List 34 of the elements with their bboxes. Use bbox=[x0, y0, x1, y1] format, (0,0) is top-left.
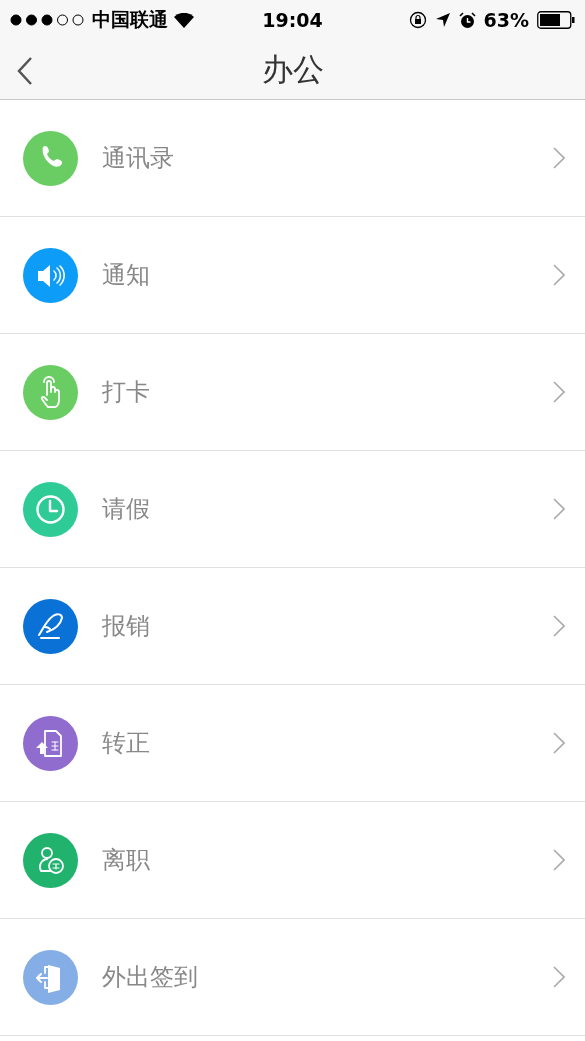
menu-label: 通讯录 bbox=[102, 143, 175, 174]
alarm-icon bbox=[458, 11, 476, 29]
battery-percent: 63% bbox=[483, 9, 529, 31]
signal-icon bbox=[10, 14, 86, 26]
menu-label: 报销 bbox=[102, 611, 151, 642]
clock-time: 19:04 bbox=[262, 9, 323, 31]
menu-row[interactable]: 通知 bbox=[0, 217, 585, 334]
battery-icon bbox=[537, 11, 575, 29]
menu-label: 外出签到 bbox=[102, 962, 199, 993]
chevron-icon bbox=[553, 381, 565, 403]
wifi-icon bbox=[174, 12, 194, 28]
chevron-icon bbox=[553, 147, 565, 169]
menu-row[interactable]: 打卡 bbox=[0, 334, 585, 451]
chevron-icon bbox=[553, 966, 565, 988]
chevron-icon bbox=[553, 498, 565, 520]
menu-row[interactable]: 转正 bbox=[0, 685, 585, 802]
menu-row[interactable]: 外出签到 bbox=[0, 919, 585, 1036]
menu-label: 请假 bbox=[102, 494, 151, 525]
carrier-name: 中国联通 bbox=[92, 7, 168, 32]
chevron-icon bbox=[553, 615, 565, 637]
chevron-icon bbox=[553, 849, 565, 871]
chevron-icon bbox=[553, 732, 565, 754]
menu-row[interactable]: 离职 bbox=[0, 802, 585, 919]
menu-row[interactable]: 请假 bbox=[0, 451, 585, 568]
rotation-lock-icon bbox=[408, 11, 427, 29]
menu-row[interactable]: 报销 bbox=[0, 568, 585, 685]
page-title: 办公 bbox=[261, 49, 324, 89]
menu-label: 转正 bbox=[102, 728, 151, 759]
menu-row[interactable]: 通讯录 bbox=[0, 100, 585, 217]
menu-label: 打卡 bbox=[102, 377, 151, 408]
menu-label: 离职 bbox=[102, 845, 151, 876]
location-arrow-icon bbox=[434, 12, 451, 28]
chevron-icon bbox=[553, 264, 565, 286]
menu-label: 通知 bbox=[102, 260, 151, 291]
